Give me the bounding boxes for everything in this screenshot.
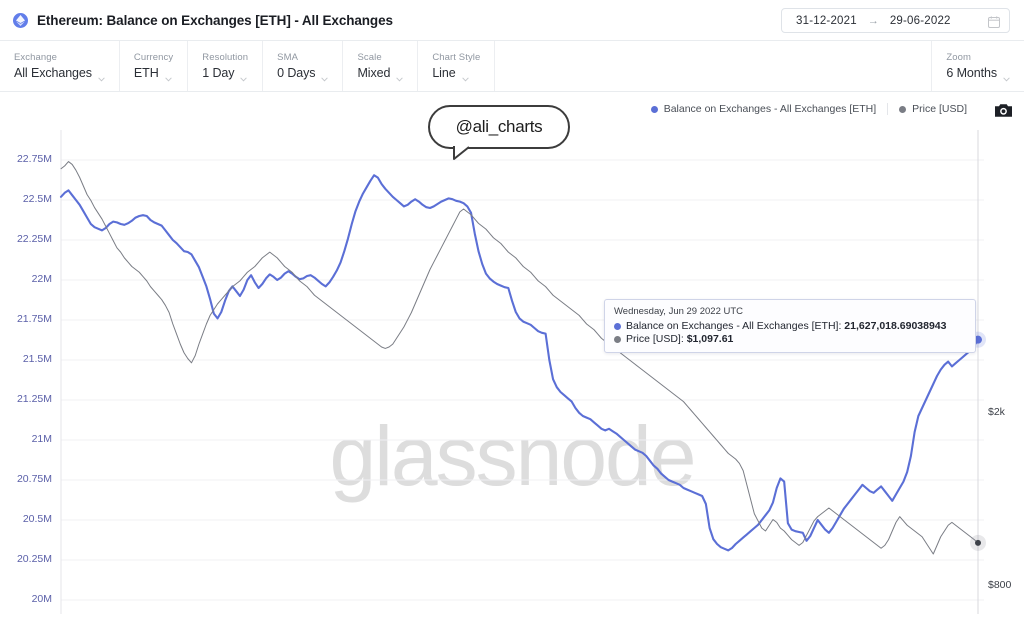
toolbar-label-currency: Currency — [133, 52, 174, 63]
page-header: Ethereum: Balance on Exchanges [ETH] - A… — [0, 0, 1024, 41]
tooltip-price-label: Price [USD]: — [626, 333, 684, 345]
annotation-bubble-tail — [453, 146, 470, 160]
y-axis-tick-label: 22M — [31, 273, 52, 285]
tooltip-row-balance: Balance on Exchanges - All Exchanges [ET… — [614, 320, 966, 332]
y-axis-tick-label: 20M — [31, 593, 52, 605]
tooltip-balance-text: Balance on Exchanges - All Exchanges [ET… — [626, 320, 946, 332]
y-axis-tick-label: 20.25M — [16, 553, 52, 565]
y-axis-tick-label: 21.5M — [22, 353, 52, 365]
chart-plot-svg — [59, 130, 986, 614]
tooltip-row-price: Price [USD]: $1,097.61 — [614, 333, 966, 345]
toolbar-dropdown-resolution[interactable]: Resolution 1 Day — [188, 41, 264, 91]
toolbar-value-zoom: 6 Months — [946, 66, 997, 80]
date-range-picker[interactable]: 31-12-2021 → 29-06-2022 — [781, 8, 1010, 33]
toolbar-value-exchange: All Exchanges — [14, 66, 92, 80]
toolbar-label-scale: Scale — [357, 52, 382, 63]
y-axis-tick-label: 22.25M — [16, 233, 52, 245]
y-axis-tick-label: 20.5M — [22, 513, 52, 525]
y-axis-right-tick-label: $2k — [988, 406, 1005, 419]
page-title: Ethereum: Balance on Exchanges [ETH] - A… — [37, 12, 393, 28]
annotation-text: @ali_charts — [455, 117, 543, 136]
toolbar-value-resolution: 1 Day — [202, 66, 235, 80]
tooltip-balance-label: Balance on Exchanges - All Exchanges [ET… — [626, 320, 842, 332]
y-axis-tick-label: 20.75M — [16, 473, 52, 485]
toolbar-value-currency: ETH — [133, 66, 159, 80]
toolbar-dropdown-sma[interactable]: SMA 0 Days — [263, 41, 344, 91]
ethereum-logo-icon — [13, 12, 28, 28]
chevron-down-icon — [396, 70, 404, 82]
y-axis-tick-label: 22.5M — [22, 193, 52, 205]
toolbar-dropdown-chart-style[interactable]: Chart Style Line — [418, 41, 496, 91]
toolbar-dropdown-currency[interactable]: Currency ETH — [120, 41, 189, 91]
chevron-down-icon — [240, 70, 248, 82]
chevron-down-icon — [164, 70, 172, 82]
chevron-down-icon — [461, 70, 469, 82]
chart-canvas[interactable]: glassnode 22.75M 22.5M 22.25M 22M 21.75M 21.5… — [0, 92, 1024, 637]
tooltip-price-text: Price [USD]: $1,097.61 — [626, 333, 733, 345]
date-from[interactable]: 31-12-2021 — [796, 15, 857, 27]
toolbar-label-resolution: Resolution — [202, 52, 249, 63]
tooltip-balance-value: 21,627,018.69038943 — [844, 320, 947, 332]
toolbar-dropdown-scale[interactable]: Scale Mixed — [343, 41, 419, 91]
tooltip-price-value: $1,097.61 — [686, 333, 734, 345]
date-range-arrow: → — [867, 14, 879, 27]
chevron-down-icon — [1003, 70, 1010, 82]
y-axis-tick-label: 21M — [31, 433, 52, 445]
y-axis-tick-label: 22.75M — [16, 153, 52, 165]
toolbar-spacer — [495, 41, 933, 91]
chart-toolbar: Exchange All Exchanges Currency ETH Reso… — [0, 41, 1024, 92]
tooltip-color-dot — [614, 322, 621, 330]
y-axis-tick-label: 21.25M — [16, 393, 52, 405]
date-to[interactable]: 29-06-2022 — [890, 15, 951, 27]
toolbar-label-sma: SMA — [277, 52, 299, 63]
y-axis-tick-label: 21.75M — [16, 313, 52, 325]
chevron-down-icon — [321, 70, 329, 82]
calendar-icon[interactable] — [988, 15, 1000, 28]
toolbar-dropdown-zoom[interactable]: Zoom 6 Months — [932, 41, 1024, 91]
chart-tooltip: Wednesday, Jun 29 2022 UTC Balance on Ex… — [604, 299, 976, 353]
y-axis-right-tick-label: $800 — [988, 578, 1012, 591]
toolbar-value-sma: 0 Days — [277, 66, 316, 80]
chevron-down-icon — [98, 70, 105, 82]
toolbar-label-zoom: Zoom — [946, 52, 972, 63]
toolbar-value-chart-style: Line — [432, 66, 456, 80]
tooltip-color-dot — [614, 335, 621, 343]
toolbar-label-exchange: Exchange — [14, 52, 58, 63]
tooltip-date: Wednesday, Jun 29 2022 UTC — [614, 306, 744, 317]
glassnode-chart-page: Ethereum: Balance on Exchanges [ETH] - A… — [0, 0, 1024, 637]
toolbar-label-chart-style: Chart Style — [432, 52, 481, 63]
annotation-bubble: @ali_charts — [428, 105, 570, 149]
toolbar-dropdown-exchange[interactable]: Exchange All Exchanges — [0, 41, 120, 91]
toolbar-value-scale: Mixed — [357, 66, 391, 80]
